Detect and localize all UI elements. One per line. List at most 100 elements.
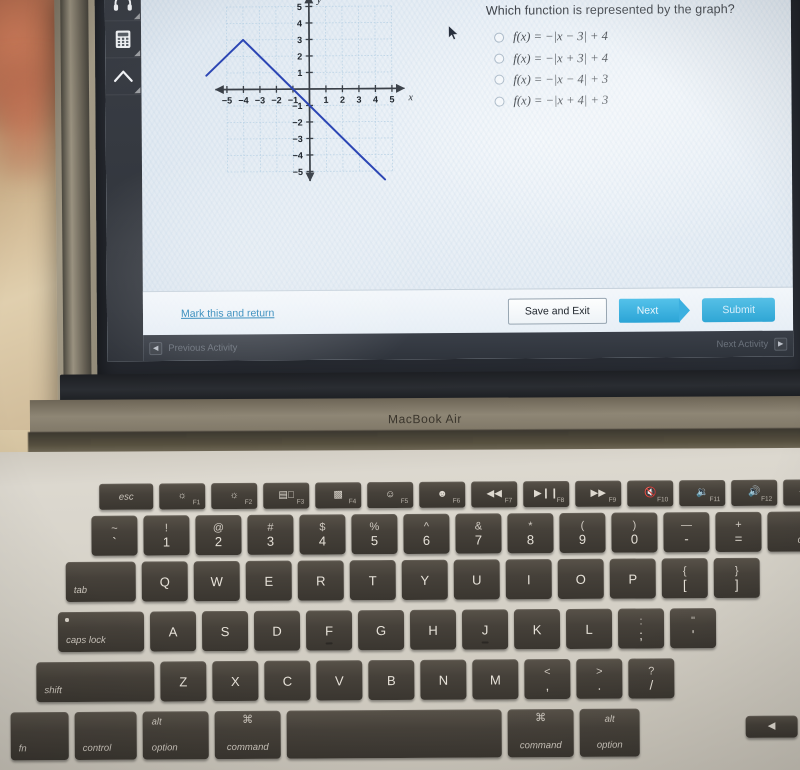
key-v[interactable]: V bbox=[316, 660, 363, 701]
key-i[interactable]: I bbox=[505, 559, 552, 600]
answer-option-3-label: f(x) = −|x − 4| + 3 bbox=[513, 71, 609, 87]
key-caps-lock[interactable]: caps lock bbox=[57, 611, 145, 653]
laptop-screen: −5 −4 −3 −2 −1 1 2 3 4 5 5 4 3 2 1 −1 −2… bbox=[104, 0, 794, 362]
key-control[interactable]: control bbox=[74, 711, 137, 760]
key-f4[interactable]: ▩ F4 bbox=[315, 482, 362, 509]
key-f1[interactable]: ☼ F1 bbox=[159, 483, 206, 510]
key-r[interactable]: R bbox=[297, 560, 344, 601]
answer-option-3[interactable]: f(x) = −|x − 4| + 3 bbox=[486, 67, 793, 91]
key-j[interactable]: J bbox=[461, 609, 509, 650]
key-equals[interactable]: + = bbox=[715, 511, 762, 553]
key-space[interactable] bbox=[286, 709, 502, 759]
key-minus[interactable]: — - bbox=[663, 512, 710, 553]
previous-activity[interactable]: ◀ Previous Activity bbox=[149, 341, 237, 355]
key-n[interactable]: N bbox=[420, 659, 467, 700]
key-shift-left[interactable]: shift bbox=[36, 661, 155, 703]
key-a[interactable]: A bbox=[149, 611, 197, 652]
tool-calculator-button[interactable] bbox=[104, 21, 142, 59]
answer-options: f(x) = −|x − 3| + 4 f(x) = −|x + 3| + 4 … bbox=[486, 25, 793, 113]
keyboard-function-row: esc ☼ F1 ☼ F2 ▤□ F3 ▩ F4 ☺ F5 ☻ F6 ◀◀ F7 ▶❙❙ F8 … bbox=[99, 479, 800, 510]
key-4[interactable]: $4 bbox=[299, 514, 346, 555]
key-b[interactable]: B bbox=[368, 659, 415, 701]
answer-option-1[interactable]: f(x) = −|x − 3| + 4 bbox=[486, 25, 793, 49]
function-graph: −5 −4 −3 −2 −1 1 2 3 4 5 5 4 3 2 1 −1 −2… bbox=[201, 0, 432, 190]
key-u[interactable]: U bbox=[453, 559, 500, 600]
key-k[interactable]: K bbox=[513, 609, 561, 650]
key-9[interactable]: (9 bbox=[559, 512, 606, 554]
key-backtick[interactable]: ~ ` bbox=[91, 515, 138, 556]
key-d[interactable]: D bbox=[253, 610, 301, 651]
key-y[interactable]: Y bbox=[401, 559, 448, 600]
key-slash[interactable]: ? / bbox=[628, 658, 675, 699]
key-1[interactable]: ! 1 bbox=[143, 515, 190, 556]
key-f[interactable]: F bbox=[305, 610, 353, 651]
key-5[interactable]: % 5 bbox=[351, 514, 398, 555]
key-f9[interactable]: ▶▶ F9 bbox=[575, 480, 622, 507]
key-arrow-left[interactable]: ◀ bbox=[745, 715, 798, 738]
radio-button-4[interactable] bbox=[494, 96, 505, 107]
key-fn[interactable]: fn bbox=[10, 712, 69, 761]
save-and-exit-button[interactable]: Save and Exit bbox=[507, 297, 607, 325]
radio-button-3[interactable] bbox=[494, 75, 505, 86]
key-2[interactable]: @2 bbox=[195, 514, 242, 556]
key-f11[interactable]: 🔉 F11 bbox=[679, 480, 726, 507]
key-option-right[interactable]: alt option bbox=[579, 708, 640, 757]
key-h[interactable]: H bbox=[409, 609, 457, 650]
blurred-hand-secondary bbox=[0, 60, 60, 180]
radio-button-1[interactable] bbox=[494, 32, 505, 43]
key-8[interactable]: * 8 bbox=[507, 513, 554, 554]
next-button[interactable]: Next bbox=[618, 297, 681, 323]
key-l[interactable]: L bbox=[565, 608, 613, 649]
key-delete[interactable]: delete bbox=[767, 511, 800, 552]
key-7[interactable]: & 7 bbox=[455, 513, 502, 554]
key-g[interactable]: G bbox=[357, 609, 405, 651]
key-q[interactable]: Q bbox=[141, 561, 188, 602]
key-quote[interactable]: " ' bbox=[669, 608, 717, 649]
question-block: Which function is represented by the gra… bbox=[486, 2, 793, 113]
key-f3[interactable]: ▤□ F3 bbox=[263, 482, 310, 509]
key-period[interactable]: >. bbox=[576, 658, 623, 699]
key-p[interactable]: P bbox=[609, 558, 656, 599]
mission-control-icon: ▤□ bbox=[278, 489, 295, 501]
action-bar: Mark this and return Save and Exit Next … bbox=[142, 286, 794, 336]
key-t[interactable]: T bbox=[349, 560, 396, 601]
key-f2[interactable]: ☼ F2 bbox=[211, 482, 258, 510]
key-0[interactable]: ) 0 bbox=[611, 512, 658, 553]
key-bracket-right[interactable]: }] bbox=[713, 557, 760, 599]
submit-button[interactable]: Submit bbox=[702, 297, 776, 322]
key-f5[interactable]: ☺ F5 bbox=[367, 481, 414, 509]
key-f12[interactable]: 🔊 F12 bbox=[731, 479, 778, 506]
key-esc[interactable]: esc bbox=[99, 483, 154, 510]
answer-option-4[interactable]: f(x) = −|x + 4| + 3 bbox=[486, 89, 793, 113]
key-f6[interactable]: ☻ F6 bbox=[419, 481, 466, 508]
key-e[interactable]: E bbox=[245, 560, 292, 601]
svg-text:−3: −3 bbox=[292, 134, 302, 144]
key-tab[interactable]: tab bbox=[65, 561, 136, 603]
radio-button-2[interactable] bbox=[494, 53, 505, 64]
next-activity[interactable]: Next Activity ▶ bbox=[716, 337, 788, 351]
key-command-right[interactable]: ⌘ command bbox=[507, 708, 574, 758]
key-m[interactable]: M bbox=[472, 659, 519, 700]
tool-headphones-button[interactable] bbox=[104, 0, 141, 22]
key-comma[interactable]: <, bbox=[524, 658, 571, 700]
key-bracket-left[interactable]: {[ bbox=[661, 558, 708, 599]
key-6[interactable]: ^ 6 bbox=[403, 513, 450, 554]
key-f7[interactable]: ◀◀ F7 bbox=[471, 481, 518, 508]
key-c[interactable]: C bbox=[264, 660, 311, 701]
key-x[interactable]: X bbox=[212, 660, 259, 702]
key-f8[interactable]: ▶❙❙ F8 bbox=[523, 480, 570, 508]
answer-option-2[interactable]: f(x) = −|x + 3| + 4 bbox=[486, 46, 793, 70]
key-s[interactable]: S bbox=[201, 610, 249, 652]
key-command-left[interactable]: ⌘ command bbox=[214, 710, 281, 760]
key-z[interactable]: Z bbox=[160, 661, 207, 702]
key-f10[interactable]: 🔇 F10 bbox=[627, 480, 674, 507]
key-3[interactable]: #3 bbox=[247, 514, 294, 555]
key-w[interactable]: W bbox=[193, 560, 240, 602]
tool-scroll-up-button[interactable] bbox=[105, 58, 142, 96]
key-power[interactable]: ⎈ bbox=[783, 479, 800, 506]
key-o[interactable]: O bbox=[557, 558, 604, 600]
key-semicolon[interactable]: :; bbox=[617, 608, 665, 649]
mark-this-and-return-link[interactable]: Mark this and return bbox=[181, 307, 274, 320]
up-arrow-icon bbox=[114, 70, 133, 83]
key-option-left[interactable]: alt option bbox=[142, 711, 209, 760]
